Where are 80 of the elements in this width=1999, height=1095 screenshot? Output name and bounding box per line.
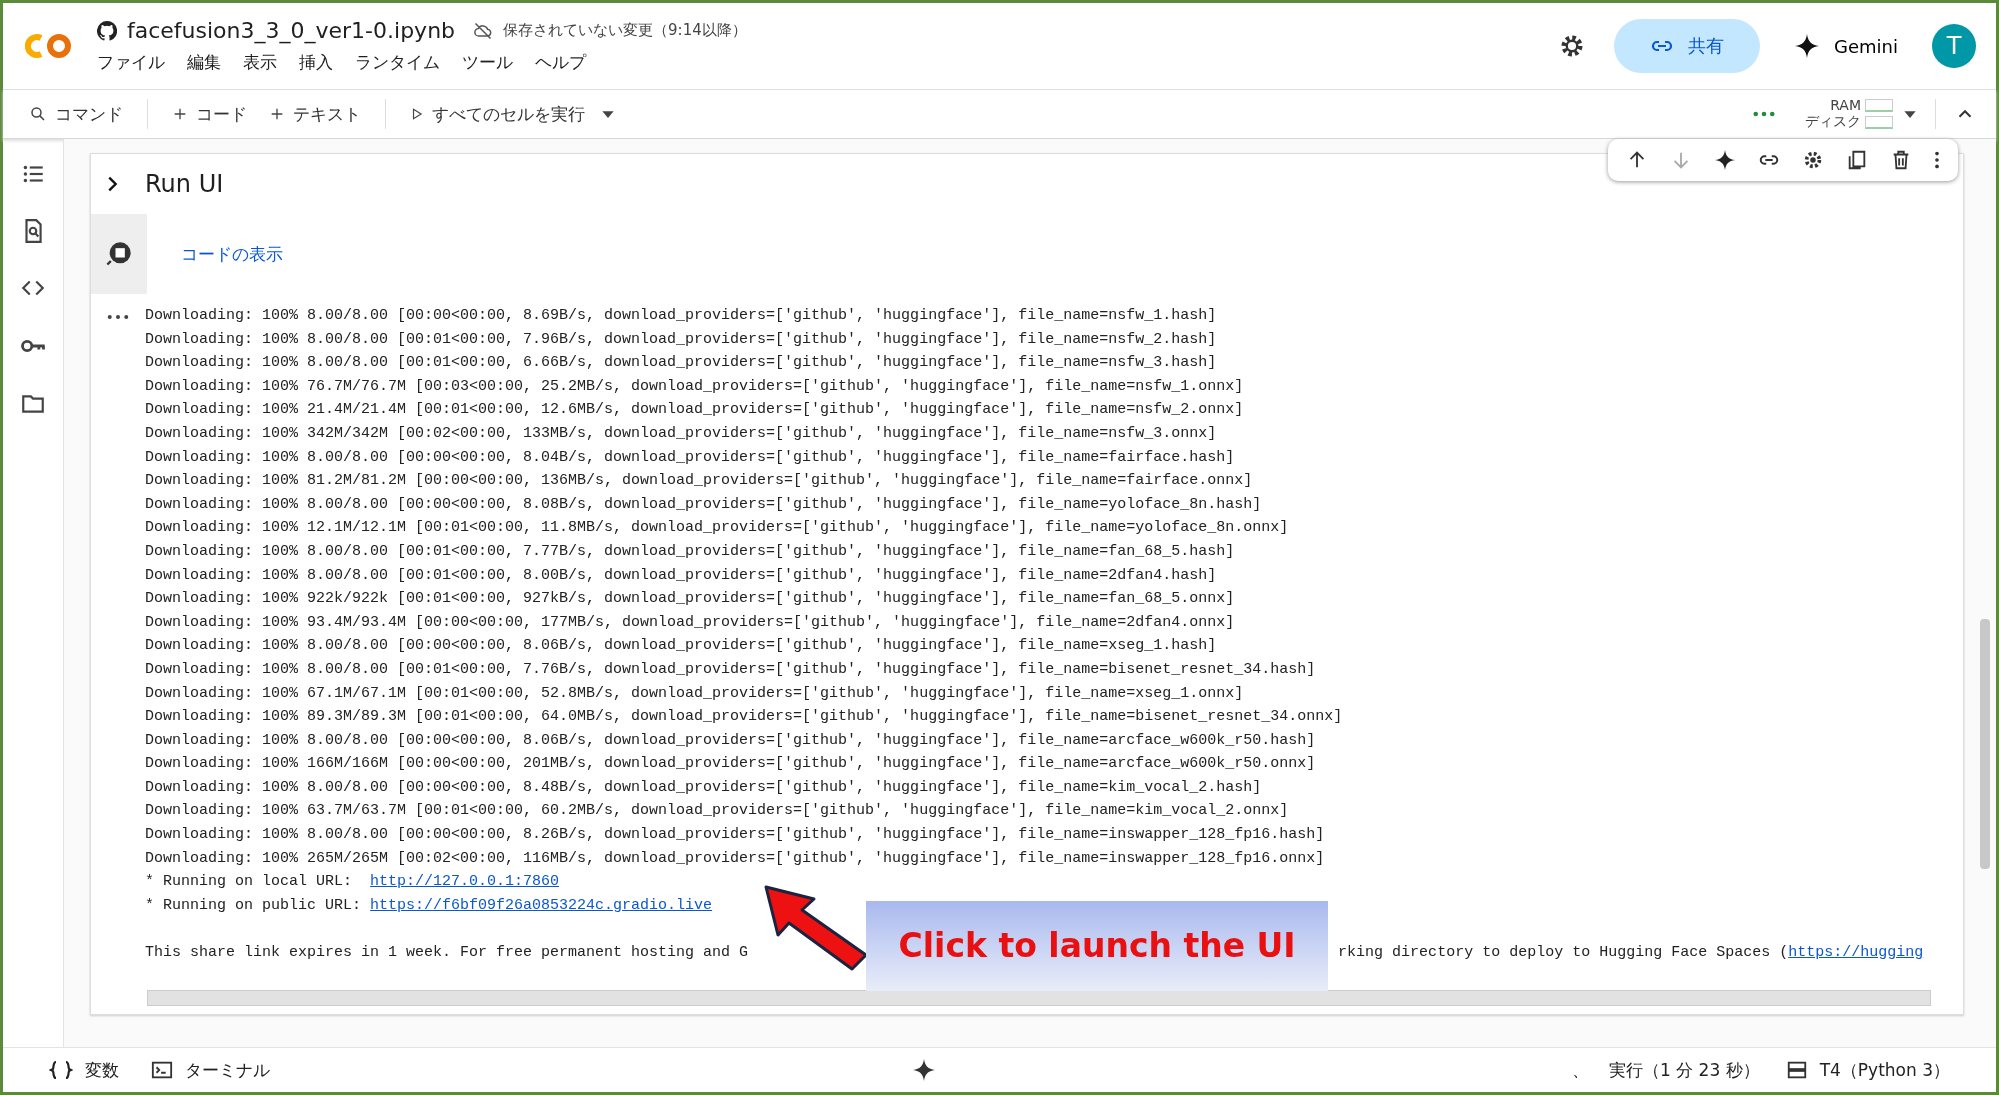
share-note: This share link expires in 1 week. For free permanent hosting and G <box>145 943 749 964</box>
sparkle-icon[interactable] <box>1714 149 1736 171</box>
play-icon <box>410 107 424 121</box>
execution-time: 実行（1 分 23 秒） <box>1608 1058 1760 1082</box>
menu-item[interactable]: 挿入 <box>299 51 333 74</box>
show-code-link[interactable]: コードの表示 <box>181 242 283 266</box>
ram-label: RAM <box>1830 97 1861 113</box>
url-link[interactable]: http://127.0.0.1:7860 <box>370 870 560 894</box>
notebook-title[interactable]: facefusion3_3_0_ver1-0.ipynb <box>127 18 456 43</box>
url-label: * Running on local URL: <box>145 872 354 893</box>
separator-mark: 、 <box>1571 1058 1589 1082</box>
output-line: Downloading: 100% 63.7M/63.7M [00:01<00:00, 60.2MB/s, download_providers=['github', 'huggingface'], file_name=kim_vocal_2.onnx] <box>145 801 1290 822</box>
output-line: Downloading: 100% 8.00/8.00 [00:01<00:00, 8.00B/s, download_providers=['github', 'huggingface'], file_name=2dfan4.hash] <box>145 565 1218 586</box>
server-icon <box>1785 1059 1808 1081</box>
hugging-face-link[interactable]: https://hugging <box>1788 941 1924 965</box>
settings-icon[interactable] <box>1802 149 1824 171</box>
ram-meter <box>1865 98 1893 112</box>
output-line: Downloading: 100% 342M/342M [00:02<00:00, 133MB/s, download_providers=['github', 'huggingface'], file_name=nsfw_3.onnx] <box>145 423 1218 444</box>
dropdown-caret-icon[interactable] <box>601 109 615 119</box>
more-vert-icon[interactable] <box>1934 149 1940 171</box>
command-button[interactable]: コマンド <box>23 98 129 130</box>
output-line: Downloading: 100% 81.2M/81.2M [00:00<00:00, 136MB/s, download_providers=['github', 'huggingface'], file_name=fairface.onnx] <box>145 471 1254 492</box>
cell-title: Run UI <box>145 170 224 198</box>
disk-label: ディスク <box>1805 113 1861 131</box>
share-button[interactable]: 共有 <box>1614 19 1761 73</box>
plus-icon <box>269 106 285 122</box>
run-all-button[interactable]: すべてのセルを実行 <box>404 98 591 130</box>
menu-item[interactable]: ヘルプ <box>535 51 586 74</box>
output-line: Downloading: 100% 8.00/8.00 [00:01<00:00, 7.77B/s, download_providers=['github', 'huggingface'], file_name=fan_68_5.hash] <box>145 541 1236 562</box>
callout-banner: Click to launch the UI <box>866 901 1329 992</box>
horizontal-scrollbar[interactable] <box>147 990 1931 1006</box>
run-cell-button[interactable] <box>91 214 147 294</box>
add-code-button[interactable]: コード <box>166 98 253 130</box>
menu-item[interactable]: ランタイム <box>355 51 440 74</box>
disk-meter <box>1865 115 1893 129</box>
output-line: Downloading: 100% 8.00/8.00 [00:00<00:00, 8.48B/s, download_providers=['github', 'huggingface'], file_name=kim_vocal_2.hash] <box>145 777 1263 798</box>
output-line: Downloading: 100% 8.00/8.00 [00:00<00:00, 8.06B/s, download_providers=['github', 'huggingface'], file_name=xseg_1.hash] <box>145 636 1218 657</box>
dropdown-caret-icon[interactable] <box>1903 109 1917 119</box>
terminal-icon <box>151 1059 173 1081</box>
terminal-button[interactable]: ターミナル <box>145 1057 276 1083</box>
output-line: Downloading: 100% 8.00/8.00 [00:01<00:00, 7.76B/s, download_providers=['github', 'huggingface'], file_name=bisenet_resnet_34.hash] <box>145 659 1317 680</box>
output-line: Downloading: 100% 8.00/8.00 [00:01<00:00, 6.66B/s, download_providers=['github', 'huggingface'], file_name=nsfw_3.hash] <box>145 353 1218 374</box>
search-icon <box>29 105 47 123</box>
variables-button[interactable]: 変数 <box>43 1057 125 1083</box>
output-line: Downloading: 100% 8.00/8.00 [00:00<00:00, 8.06B/s, download_providers=['github', 'huggingface'], file_name=arcface_w600k_r50.hash] <box>145 730 1317 751</box>
menu-item[interactable]: 編集 <box>187 51 221 74</box>
output-line: Downloading: 100% 12.1M/12.1M [00:01<00:00, 11.8MB/s, download_providers=['github', 'huggingface'], file_name=yoloface_8n.onnx] <box>145 518 1290 539</box>
braces-icon <box>49 1060 73 1080</box>
gemini-button[interactable]: Gemini <box>1788 33 1904 59</box>
output-line: Downloading: 100% 89.3M/89.3M [00:01<00:00, 64.0MB/s, download_providers=['github', 'huggingface'], file_name=bisenet_resnet_34.onnx] <box>145 707 1344 728</box>
output-line: Downloading: 100% 8.00/8.00 [00:01<00:00, 7.96B/s, download_providers=['github', 'huggingface'], file_name=nsfw_2.hash] <box>145 329 1218 350</box>
menu-item[interactable]: 表示 <box>243 51 277 74</box>
stop-icon <box>105 240 133 268</box>
mirror-cell-icon[interactable] <box>1846 149 1868 171</box>
output-line: Downloading: 100% 8.00/8.00 [00:00<00:00, 8.08B/s, download_providers=['github', 'huggingface'], file_name=yoloface_8n.hash] <box>145 494 1263 515</box>
output-line: Downloading: 100% 922k/922k [00:01<00:00, 927kB/s, download_providers=['github', 'huggingface'], file_name=fan_68_5.onnx] <box>145 589 1236 610</box>
output-line: Downloading: 100% 8.00/8.00 [00:00<00:00, 8.26B/s, download_providers=['github', 'huggingface'], file_name=inswapper_128_fp16.hash] <box>145 825 1326 846</box>
output-line: Downloading: 100% 8.00/8.00 [00:00<00:00, 8.69B/s, download_providers=['github', 'huggingface'], file_name=nsfw_1.hash] <box>145 306 1218 326</box>
output-line: Downloading: 100% 166M/166M [00:00<00:00, 201MB/s, download_providers=['github', 'huggingface'], file_name=arcface_w600k_r50.onnx] <box>145 754 1317 775</box>
cloud-off-icon <box>473 20 494 41</box>
url-label: * Running on public URL: <box>145 895 363 916</box>
more-icon[interactable] <box>107 314 129 320</box>
url-link[interactable]: https://f6bf09f26a0853224c.gradio.live <box>370 893 713 918</box>
share-note: rking directory to deploy to Hugging Face Spaces ( <box>1338 943 1789 964</box>
add-text-button[interactable]: テキスト <box>263 98 367 130</box>
output-line: Downloading: 100% 93.4M/93.4M [00:00<00:00, 177MB/s, download_providers=['github', 'huggingface'], file_name=2dfan4.onnx] <box>145 612 1236 633</box>
runtime-button[interactable]: T4（Python 3） <box>1779 1057 1956 1083</box>
menu-item[interactable]: ファイル <box>97 51 165 74</box>
plus-icon <box>172 106 188 122</box>
menu-item[interactable]: ツール <box>462 51 513 74</box>
status-dots-icon <box>1753 111 1775 117</box>
sparkle-icon[interactable] <box>912 1058 936 1082</box>
output-line: Downloading: 100% 21.4M/21.4M [00:01<00:00, 12.6MB/s, download_providers=['github', 'huggingface'], file_name=nsfw_2.onnx] <box>145 400 1245 421</box>
save-status[interactable]: 保存されていない変更（9:14以降） <box>503 21 747 40</box>
output-line: Downloading: 100% 76.7M/76.7M [00:03<00:00, 25.2MB/s, download_providers=['github', 'huggingface'], file_name=nsfw_1.onnx] <box>145 376 1245 397</box>
output-line: Downloading: 100% 8.00/8.00 [00:00<00:00, 8.04B/s, download_providers=['github', 'huggingface'], file_name=fairface.hash] <box>145 447 1236 468</box>
github-icon <box>97 20 117 41</box>
avatar[interactable]: T <box>1932 24 1976 68</box>
output-line: Downloading: 100% 265M/265M [00:02<00:00, 116MB/s, download_providers=['github', 'huggingface'], file_name=inswapper_128_fp16.onnx] <box>145 848 1326 869</box>
output-line: Downloading: 100% 67.1M/67.1M [00:01<00:00, 52.8MB/s, download_providers=['github', 'huggingface'], file_name=xseg_1.onnx] <box>145 683 1245 704</box>
